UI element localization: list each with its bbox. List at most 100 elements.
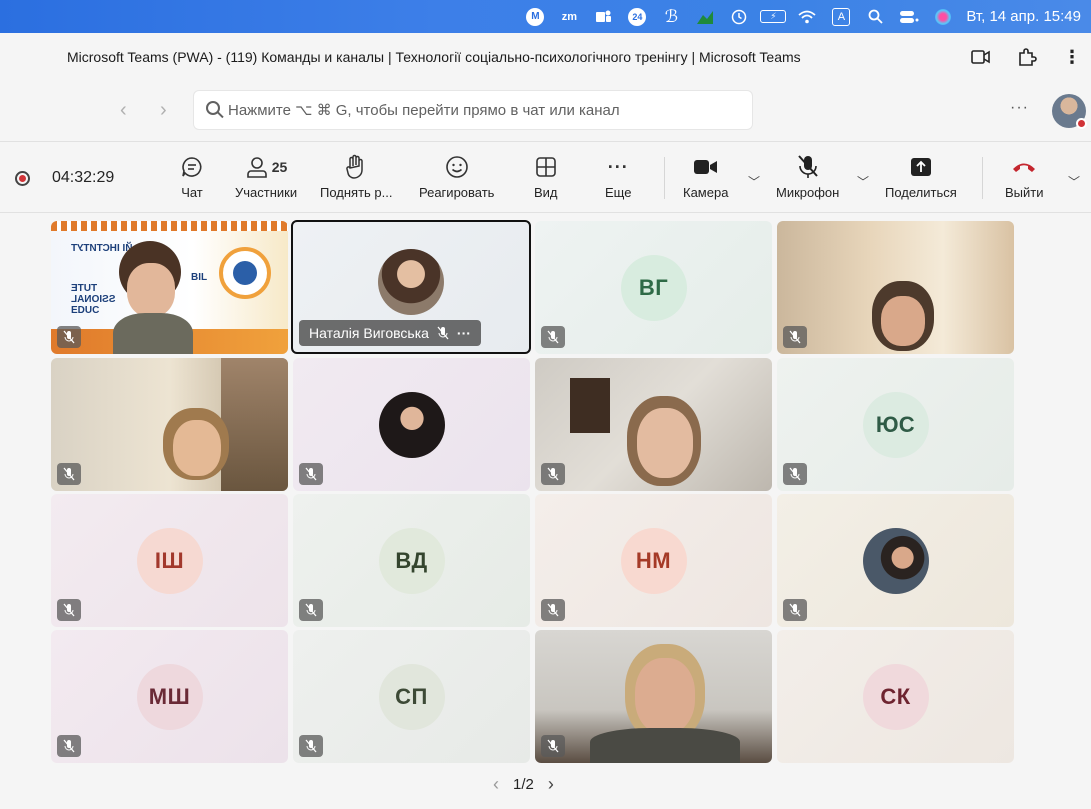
mic-muted-indicator <box>299 599 323 621</box>
back-arrow-icon[interactable]: ‹ <box>120 99 127 122</box>
mic-muted-indicator <box>783 326 807 348</box>
share-button[interactable]: Поделиться <box>885 152 957 200</box>
mic-muted-indicator <box>57 735 81 757</box>
battery-icon[interactable]: ⚡ <box>756 6 790 28</box>
zoom-icon[interactable]: zm <box>552 6 586 28</box>
video-icon[interactable] <box>971 49 991 65</box>
mic-off-icon <box>547 330 559 344</box>
calendar-24-icon[interactable]: 24 <box>620 6 654 28</box>
participants-button[interactable]: 25 Участники <box>235 152 297 200</box>
leave-options-chevron-down-icon[interactable]: ﹀ <box>1068 173 1080 190</box>
search-input[interactable]: Нажмите ⌥ ⌘ G, чтобы перейти прямо в чат… <box>193 90 753 130</box>
participant-tile[interactable] <box>51 358 288 491</box>
camera-options-chevron-down-icon[interactable]: ﹀ <box>748 173 760 190</box>
participant-tile[interactable]: СК <box>777 630 1014 763</box>
participant-tile[interactable]: ЮС <box>777 358 1014 491</box>
input-source-icon[interactable]: A <box>824 6 858 28</box>
mic-muted-indicator <box>541 463 565 485</box>
camera-button[interactable]: Камера <box>683 152 728 200</box>
participant-tile[interactable]: НМ <box>535 494 772 627</box>
previous-page-icon[interactable]: ‹ <box>493 774 499 795</box>
recording-icon <box>15 171 30 186</box>
mic-off-icon <box>789 603 801 617</box>
wifi-icon[interactable] <box>790 6 824 28</box>
menubar-clock[interactable]: Вт, 14 апр. 15:49 <box>966 8 1081 25</box>
chat-label: Чат <box>181 185 203 200</box>
mic-off-icon <box>547 603 559 617</box>
participants-count: 25 <box>271 159 288 175</box>
participant-tile[interactable] <box>777 221 1014 354</box>
institute-logo-icon <box>219 247 271 299</box>
mic-off-icon <box>305 603 317 617</box>
hang-up-icon <box>1011 152 1037 182</box>
participant-tile-active-speaker[interactable]: Наталія Виговська ··· <box>291 220 531 354</box>
extension-icon[interactable] <box>1017 47 1037 67</box>
siri-icon[interactable] <box>926 6 960 28</box>
participant-tile[interactable]: ВД <box>293 494 530 627</box>
participant-tile[interactable] <box>535 358 772 491</box>
participant-tile[interactable]: ВГ <box>535 221 772 354</box>
share-label: Поделиться <box>885 185 957 200</box>
search-row: ‹ › Нажмите ⌥ ⌘ G, чтобы перейти прямо в… <box>0 81 1091 141</box>
mic-off-icon <box>789 467 801 481</box>
timemachine-icon[interactable] <box>722 6 756 28</box>
window-title: Microsoft Teams (PWA) - (119) Команды и … <box>67 49 801 65</box>
raise-hand-label: Поднять р... <box>320 185 393 200</box>
participant-tile[interactable]: СП <box>293 630 530 763</box>
participant-video <box>113 241 193 354</box>
camera-label: Камера <box>683 185 729 200</box>
forward-arrow-icon[interactable]: › <box>160 99 167 122</box>
participant-avatar <box>378 248 444 315</box>
search-placeholder: Нажмите ⌥ ⌘ G, чтобы перейти прямо в чат… <box>228 102 620 119</box>
next-page-icon[interactable]: › <box>548 774 554 795</box>
participant-tile[interactable]: ЙІ ІНСТИТУТ BIL TUTE SSIONAL EDUC <box>51 221 288 354</box>
participant-avatar <box>378 391 445 458</box>
user-avatar[interactable] <box>1052 94 1087 129</box>
participant-more-icon[interactable]: ··· <box>457 325 471 341</box>
mic-off-icon <box>63 467 75 481</box>
mail-icon[interactable]: M <box>518 6 552 28</box>
call-toolbar: 04:32:29 Чат 25 Участники Поднять р... Р… <box>0 141 1091 213</box>
people-icon <box>246 157 267 178</box>
leave-button[interactable]: Выйти <box>1005 152 1044 200</box>
mic-muted-indicator <box>541 599 565 621</box>
participant-initials: ВД <box>378 527 445 594</box>
view-button[interactable]: Вид <box>534 152 558 200</box>
mic-muted-indicator <box>57 599 81 621</box>
participant-tile[interactable] <box>535 630 772 763</box>
script-icon[interactable]: ℬ <box>654 6 688 28</box>
react-button[interactable]: Реагировать <box>419 152 494 200</box>
toolbar-divider <box>664 157 665 199</box>
participant-initials: ВГ <box>620 254 687 321</box>
macos-menu-bar: M zm 24 ℬ ⚡ A Вт, 14 апр. 15:49 <box>0 0 1091 33</box>
share-screen-icon <box>909 152 933 182</box>
raise-hand-button[interactable]: Поднять р... <box>320 152 393 200</box>
hand-icon <box>345 152 367 182</box>
mic-muted-indicator <box>299 735 323 757</box>
microphone-label: Микрофон <box>776 185 840 200</box>
mic-off-icon <box>63 603 75 617</box>
more-button[interactable]: ··· Еще <box>605 152 631 201</box>
participant-avatar <box>862 527 929 594</box>
mic-options-chevron-down-icon[interactable]: ﹀ <box>857 173 869 190</box>
mic-off-icon <box>305 739 317 753</box>
teams-icon[interactable] <box>586 6 620 28</box>
participant-tile[interactable] <box>777 494 1014 627</box>
mic-off-icon <box>63 330 75 344</box>
more-vertical-icon[interactable]: ⋮ <box>1063 47 1081 68</box>
spotlight-icon[interactable] <box>858 6 892 28</box>
mic-muted-indicator <box>57 463 81 485</box>
control-center-icon[interactable] <box>892 6 926 28</box>
participant-tile[interactable]: МШ <box>51 630 288 763</box>
chart-icon[interactable] <box>688 6 722 28</box>
emoji-icon <box>445 152 469 182</box>
participant-tile[interactable]: ІШ <box>51 494 288 627</box>
microphone-button[interactable]: Микрофон <box>776 152 839 200</box>
mic-off-icon <box>437 326 449 340</box>
more-horizontal-icon: ··· <box>607 156 629 177</box>
chat-button[interactable]: Чат <box>180 152 204 200</box>
more-options-icon[interactable]: ··· <box>1010 99 1029 117</box>
participant-tile[interactable] <box>293 358 530 491</box>
page-indicator: 1/2 <box>513 776 534 793</box>
participant-initials: МШ <box>136 663 203 730</box>
